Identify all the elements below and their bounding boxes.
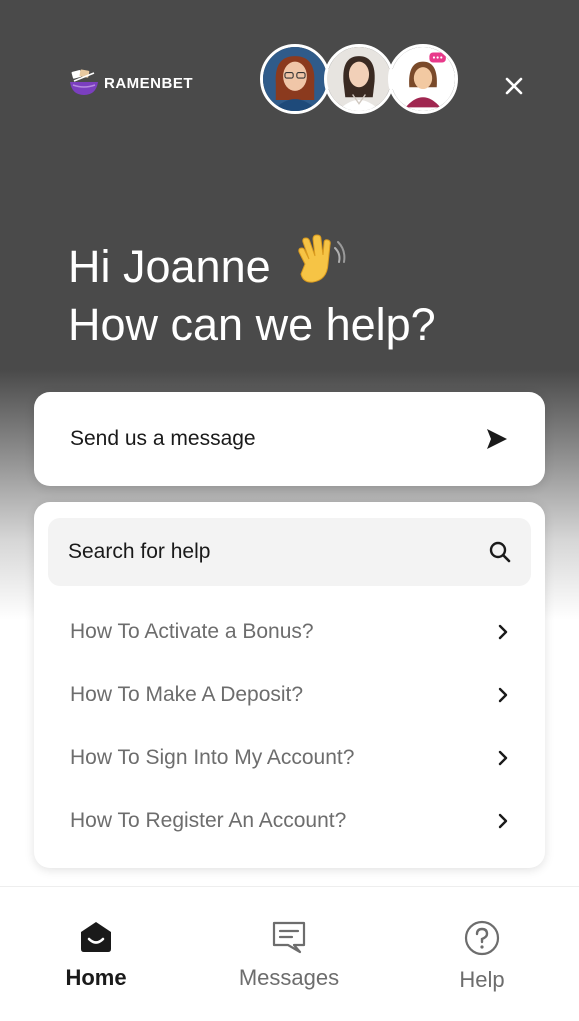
chevron-right-icon xyxy=(498,813,508,828)
send-message-card[interactable]: Send us a message xyxy=(34,392,545,486)
close-icon xyxy=(505,77,523,95)
home-icon xyxy=(81,922,111,952)
help-card: Search for help How To Activate a Bonus?… xyxy=(34,502,545,868)
nav-home-label: Home xyxy=(65,965,127,990)
search-icon xyxy=(489,541,511,563)
agent-avatars xyxy=(260,44,458,114)
send-message-label: Send us a message xyxy=(70,427,256,450)
faq-item-register[interactable]: How To Register An Account? xyxy=(48,789,531,852)
nav-messages[interactable]: Messages xyxy=(219,919,359,991)
nav-help[interactable]: Help xyxy=(412,919,552,993)
help-icon xyxy=(464,920,500,956)
send-icon xyxy=(487,429,507,449)
chevron-right-icon xyxy=(498,624,508,639)
brand-name: RAMENBET xyxy=(104,74,193,92)
agent-avatar-2 xyxy=(324,44,394,114)
faq-label: How To Register An Account? xyxy=(70,808,347,832)
agent-avatar-3 xyxy=(388,44,458,114)
close-button[interactable] xyxy=(498,70,530,102)
greeting: Hi Joanne How can we help? xyxy=(68,234,436,354)
faq-label: How To Activate a Bonus? xyxy=(70,619,314,643)
waving-hand-icon xyxy=(298,234,346,283)
nav-help-label: Help xyxy=(459,967,505,992)
faq-label: How To Sign Into My Account? xyxy=(70,745,355,769)
messages-icon xyxy=(272,921,306,954)
ramen-bowl-icon xyxy=(70,69,98,95)
search-help-label: Search for help xyxy=(68,540,211,563)
brand-logo: RAMENBET xyxy=(68,68,193,98)
bottom-navigation: Home Messages Help xyxy=(0,886,579,1021)
agent-avatar-1 xyxy=(260,44,330,114)
chevron-right-icon xyxy=(498,687,508,702)
nav-home[interactable]: Home xyxy=(26,919,166,991)
greeting-question: How can we help? xyxy=(68,299,436,350)
faq-item-activate-bonus[interactable]: How To Activate a Bonus? xyxy=(48,600,531,663)
faq-item-make-deposit[interactable]: How To Make A Deposit? xyxy=(48,663,531,726)
header: RAMENBET xyxy=(0,0,579,170)
search-help-button[interactable]: Search for help xyxy=(48,518,531,586)
chevron-right-icon xyxy=(498,750,508,765)
faq-list: How To Activate a Bonus? How To Make A D… xyxy=(48,600,531,852)
greeting-name: Hi Joanne xyxy=(68,241,271,292)
faq-label: How To Make A Deposit? xyxy=(70,682,304,706)
nav-messages-label: Messages xyxy=(238,965,340,990)
faq-item-sign-in[interactable]: How To Sign Into My Account? xyxy=(48,726,531,789)
